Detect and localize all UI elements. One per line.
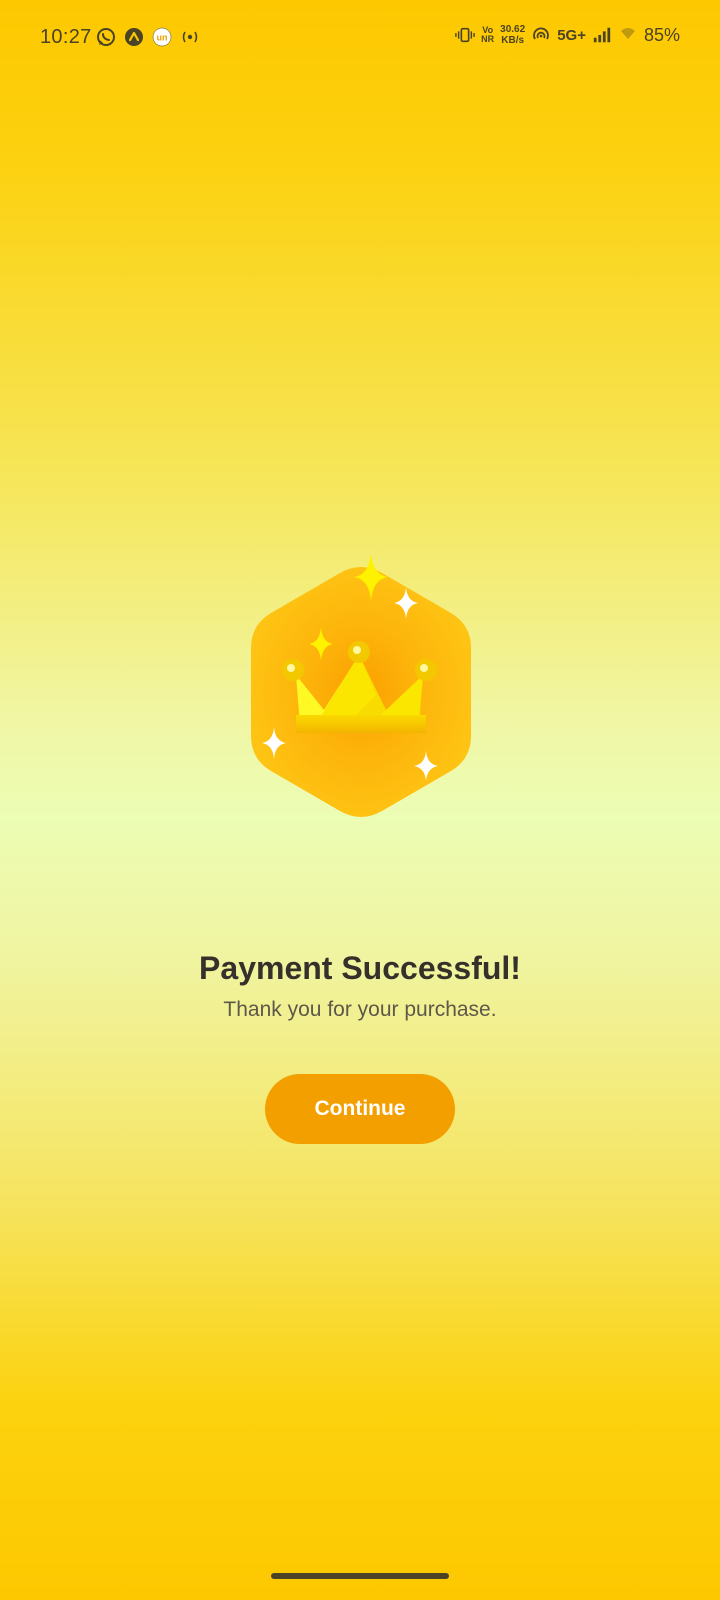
page-subtitle: Thank you for your purchase. bbox=[223, 998, 497, 1021]
page-title: Payment Successful! bbox=[199, 950, 521, 986]
net-speed-value: 30.62 bbox=[500, 24, 526, 35]
status-right-group: Vo NR 30.62 KB/s 5G+ 85% bbox=[455, 24, 680, 46]
volte-indicator: Vo NR bbox=[481, 25, 495, 44]
net-speed-unit: KB/s bbox=[501, 35, 525, 46]
hotspot-icon bbox=[180, 27, 200, 47]
wifi-icon bbox=[618, 25, 638, 45]
svg-text:un: un bbox=[157, 33, 168, 43]
network-type: 5G+ bbox=[557, 26, 586, 44]
premium-crown-badge bbox=[236, 553, 486, 835]
vibrate-icon bbox=[455, 25, 475, 45]
arrow-up-app-icon bbox=[124, 27, 144, 47]
battery-level: 85% bbox=[643, 24, 680, 45]
un-app-icon: un bbox=[152, 27, 172, 47]
hotspot-signal-icon bbox=[531, 25, 551, 45]
signal-bars-icon bbox=[592, 25, 612, 45]
continue-button[interactable]: Continue bbox=[265, 1074, 455, 1144]
home-indicator[interactable] bbox=[271, 1573, 449, 1579]
net-speed: 30.62 KB/s bbox=[500, 24, 525, 46]
notification-icons: un bbox=[96, 27, 200, 47]
status-time: 10:27 bbox=[40, 26, 92, 48]
whatsapp-icon bbox=[96, 27, 116, 47]
status-bar: 10:27 un Vo NR 30.62 KB/s 5G+ 85% bbox=[0, 0, 720, 78]
